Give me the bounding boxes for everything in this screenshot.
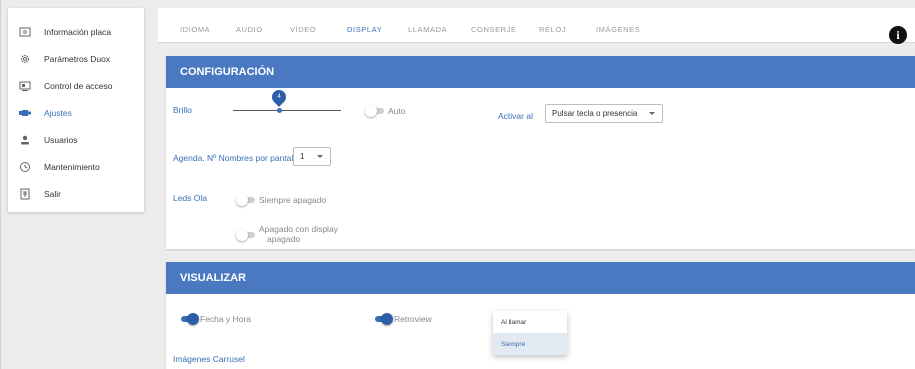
tab-llamada[interactable]: LLAMADA xyxy=(408,25,447,34)
tab-reloj[interactable]: RELOJ xyxy=(539,25,566,34)
tab-bar: IDIOMA AUDIO VÍDEO DISPLAY LLAMADA CONSE… xyxy=(158,8,915,44)
tab-conserje[interactable]: CONSERJE xyxy=(471,25,517,34)
brillo-slider-track[interactable] xyxy=(233,110,341,111)
tab-audio[interactable]: AUDIO xyxy=(236,25,263,34)
chevron-down-icon xyxy=(649,112,655,115)
sidebar-item-label: Usuarios xyxy=(44,134,78,145)
auto-toggle[interactable] xyxy=(365,105,385,117)
configuracion-header: CONFIGURACIÓN xyxy=(166,56,915,88)
sidebar-item-informacion-placa[interactable]: Información placa xyxy=(8,18,144,45)
apagado-con-display-label: Apagado con display apagado xyxy=(259,224,338,244)
sidebar-item-label: Información placa xyxy=(44,26,112,37)
brillo-value-bubble: 4 xyxy=(269,87,290,107)
sidebar: Información placa Parámetros Duox Contro… xyxy=(8,8,144,212)
exit-icon xyxy=(18,187,32,201)
retroview-label: Retroview xyxy=(394,314,432,324)
siempre-apagado-toggle[interactable] xyxy=(236,194,256,206)
sidebar-item-label: Ajustes xyxy=(44,107,72,118)
activar-al-select[interactable]: Pulsar tecla o presencia xyxy=(545,104,663,123)
sidebar-item-label: Control de acceso xyxy=(44,80,113,91)
agenda-label: Agenda. Nº Nombres por pantalla xyxy=(173,153,300,163)
tab-idioma[interactable]: IDIOMA xyxy=(180,25,210,34)
tab-display[interactable]: DISPLAY xyxy=(347,25,382,34)
activar-al-value: Pulsar tecla o presencia xyxy=(552,109,638,118)
board-info-icon xyxy=(18,25,32,39)
sidebar-item-salir[interactable]: Salir xyxy=(8,180,144,207)
sidebar-item-label: Parámetros Duox xyxy=(44,53,111,64)
sidebar-item-parametros-duox[interactable]: Parámetros Duox xyxy=(8,45,144,72)
brillo-label: Brillo xyxy=(173,105,192,115)
tab-video[interactable]: VÍDEO xyxy=(290,25,316,34)
activar-al-label: Activar al xyxy=(498,111,533,121)
retroview-toggle[interactable] xyxy=(372,313,393,325)
user-icon xyxy=(18,133,32,147)
sidebar-item-control-de-acceso[interactable]: Control de acceso xyxy=(8,72,144,99)
chevron-down-icon xyxy=(317,155,323,158)
brillo-slider-handle[interactable] xyxy=(276,108,282,113)
apagado-con-display-line1: Apagado con display xyxy=(259,224,338,234)
sidebar-item-mantenimiento[interactable]: Mantenimiento xyxy=(8,153,144,180)
info-button[interactable]: i xyxy=(889,26,907,44)
menu-item-siempre[interactable]: Siempre xyxy=(493,333,567,355)
main-content: IDIOMA AUDIO VÍDEO DISPLAY LLAMADA CONSE… xyxy=(158,0,915,369)
visualizar-header: VISUALIZAR xyxy=(166,262,915,294)
sidebar-item-ajustes[interactable]: Ajustes xyxy=(8,99,144,126)
sidebar-item-label: Mantenimiento xyxy=(44,161,100,172)
menu-item-al-llamar[interactable]: Al llamar xyxy=(493,311,567,333)
siempre-apagado-label: Siempre apagado xyxy=(259,195,327,205)
fecha-hora-toggle[interactable] xyxy=(178,313,199,325)
agenda-select[interactable]: 1 xyxy=(293,147,331,166)
gear-icon xyxy=(18,52,32,66)
visualizar-card: VISUALIZAR Fecha y Hora Retroview Al lla… xyxy=(166,262,915,369)
leds-ola-label: Leds Ola xyxy=(173,193,208,203)
apagado-con-display-toggle[interactable] xyxy=(236,229,256,241)
access-control-icon xyxy=(18,79,32,93)
settings-sliders-icon xyxy=(18,106,32,120)
tab-imagenes[interactable]: IMÁGENES xyxy=(596,25,640,34)
maintenance-clock-icon xyxy=(18,160,32,174)
sidebar-item-usuarios[interactable]: Usuarios xyxy=(8,126,144,153)
apagado-con-display-line2: apagado xyxy=(267,234,301,244)
fecha-hora-label: Fecha y Hora xyxy=(200,314,252,324)
imagenes-carrusel-label: Imágenes Carrusel xyxy=(173,354,245,364)
configuracion-card: CONFIGURACIÓN Brillo 4 Auto Activar al P… xyxy=(166,56,915,249)
retroview-dropdown-menu: Al llamar Siempre xyxy=(493,311,567,355)
sidebar-item-label: Salir xyxy=(44,188,62,199)
auto-label: Auto xyxy=(388,106,406,116)
agenda-value: 1 xyxy=(300,152,305,161)
